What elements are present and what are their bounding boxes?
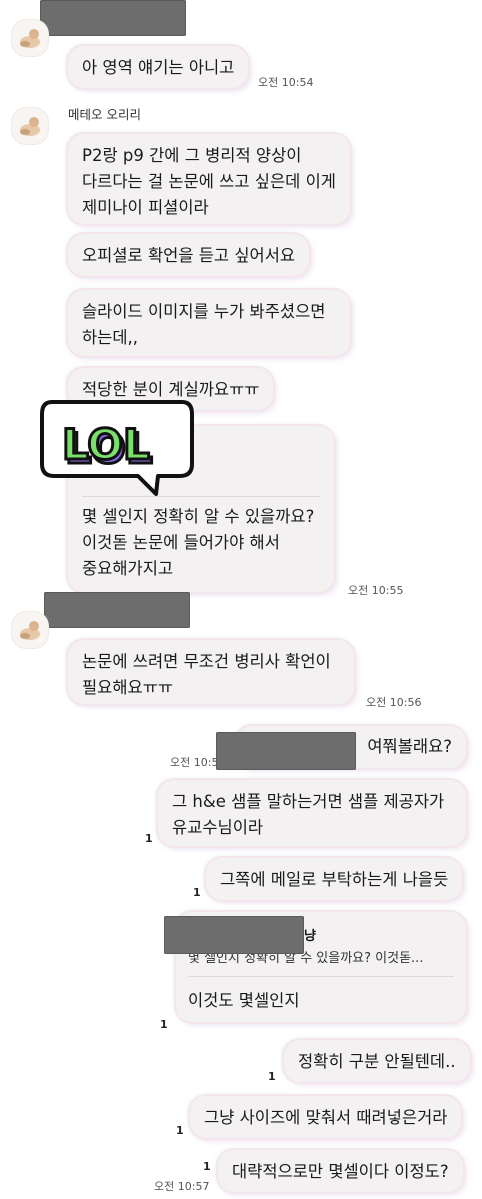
unread-count: 1 bbox=[203, 1160, 211, 1173]
message-line: 몇 셀인지 정확히 알 수 있을까요? bbox=[82, 507, 315, 526]
message-text: 그냥 사이즈에 맞춰서 때려넣은거라 bbox=[204, 1108, 448, 1127]
message-text: 아 영역 얘기는 아니고 bbox=[82, 58, 235, 77]
duck-avatar-icon[interactable] bbox=[12, 612, 48, 648]
sent-message-bubble[interactable]: 대략적으로만 몇셀이다 이정도? bbox=[218, 1150, 463, 1192]
sent-message-bubble[interactable]: 그냥 사이즈에 맞춰서 때려넣은거라 bbox=[190, 1096, 462, 1138]
message-text: 대략적으로만 몇셀이다 이정도? bbox=[232, 1162, 449, 1181]
redacted-sender-name bbox=[44, 592, 190, 628]
message-line: 유교수님이라 bbox=[172, 818, 264, 837]
message-line: 논문에 쓰려면 무조건 병리사 확언이 bbox=[82, 652, 331, 671]
unread-count: 1 bbox=[193, 886, 201, 899]
redacted-reply-name bbox=[164, 916, 304, 954]
message-time: 오전 10:56 bbox=[366, 696, 422, 709]
message-text: 정확히 구분 안될텐데.. bbox=[298, 1052, 456, 1071]
message-text: 여쭤볼래요? bbox=[367, 737, 452, 756]
message-line: 슬라이드 이미지를 누가 봐주셨으면 bbox=[82, 302, 326, 321]
sent-message-bubble[interactable]: 정확히 구분 안될텐데.. bbox=[284, 1040, 470, 1082]
unread-count: 1 bbox=[268, 1070, 276, 1083]
message-time: 오전 10:57 bbox=[154, 1180, 210, 1193]
sender-name: 메테오 오리리 bbox=[68, 107, 141, 122]
lol-sticker-text: LOL bbox=[62, 420, 150, 469]
duck-avatar-icon[interactable] bbox=[12, 108, 48, 144]
message-line: 필요해요ㅠㅠ bbox=[82, 678, 174, 697]
unread-count: 1 bbox=[145, 832, 153, 845]
message-bubble[interactable]: 슬라이드 이미지를 누가 봐주셨으면 하는데,, bbox=[68, 290, 350, 356]
message-bubble[interactable]: 논문에 쓰려면 무조건 병리사 확언이 필요해요ㅠㅠ bbox=[68, 640, 354, 704]
message-time: 오전 10:55 bbox=[348, 584, 404, 597]
sent-message-bubble[interactable]: 그 h&e 샘플 말하는거면 샘플 제공자가 유교수님이라 bbox=[158, 780, 466, 846]
quote-divider bbox=[188, 976, 454, 977]
message-text: 그쪽에 메일로 부탁하는게 나을듯 bbox=[220, 870, 449, 889]
message-line: 하는데,, bbox=[82, 328, 139, 347]
message-bubble[interactable]: 아 영역 얘기는 아니고 bbox=[68, 46, 249, 88]
message-text: 이것도 몇셀인지 bbox=[188, 991, 300, 1010]
lol-speech-bubble-sticker[interactable]: LOL LOL bbox=[38, 392, 196, 500]
sent-message-bubble[interactable]: 그쪽에 메일로 부탁하는게 나을듯 bbox=[206, 858, 463, 900]
redacted-name-top bbox=[40, 0, 186, 36]
message-line: 그 h&e 샘플 말하는거면 샘플 제공자가 bbox=[172, 792, 445, 811]
message-line: 다르다는 걸 논문에 쓰고 싶은데 이게 bbox=[82, 172, 336, 191]
message-line: 제미나이 피셜이라 bbox=[82, 198, 209, 217]
message-line: 이것돋 논문에 들어가야 해서 bbox=[82, 533, 280, 552]
message-time: 오전 10:5 bbox=[170, 756, 219, 769]
duck-avatar-icon[interactable] bbox=[12, 20, 48, 56]
message-line: 중요해가지고 bbox=[82, 559, 174, 578]
unread-count: 1 bbox=[160, 1018, 168, 1031]
message-bubble[interactable]: P2랑 p9 간에 그 병리적 양상이 다르다는 걸 논문에 쓰고 싶은데 이게… bbox=[68, 134, 350, 224]
message-line: P2랑 p9 간에 그 병리적 양상이 bbox=[82, 146, 302, 165]
message-text: 오피셜로 확언을 듣고 싶어서요 bbox=[82, 246, 296, 265]
redacted-message-part bbox=[216, 732, 356, 770]
unread-count: 1 bbox=[176, 1124, 184, 1137]
message-bubble[interactable]: 오피셜로 확언을 듣고 싶어서요 bbox=[68, 234, 310, 276]
message-time: 오전 10:54 bbox=[258, 76, 314, 89]
